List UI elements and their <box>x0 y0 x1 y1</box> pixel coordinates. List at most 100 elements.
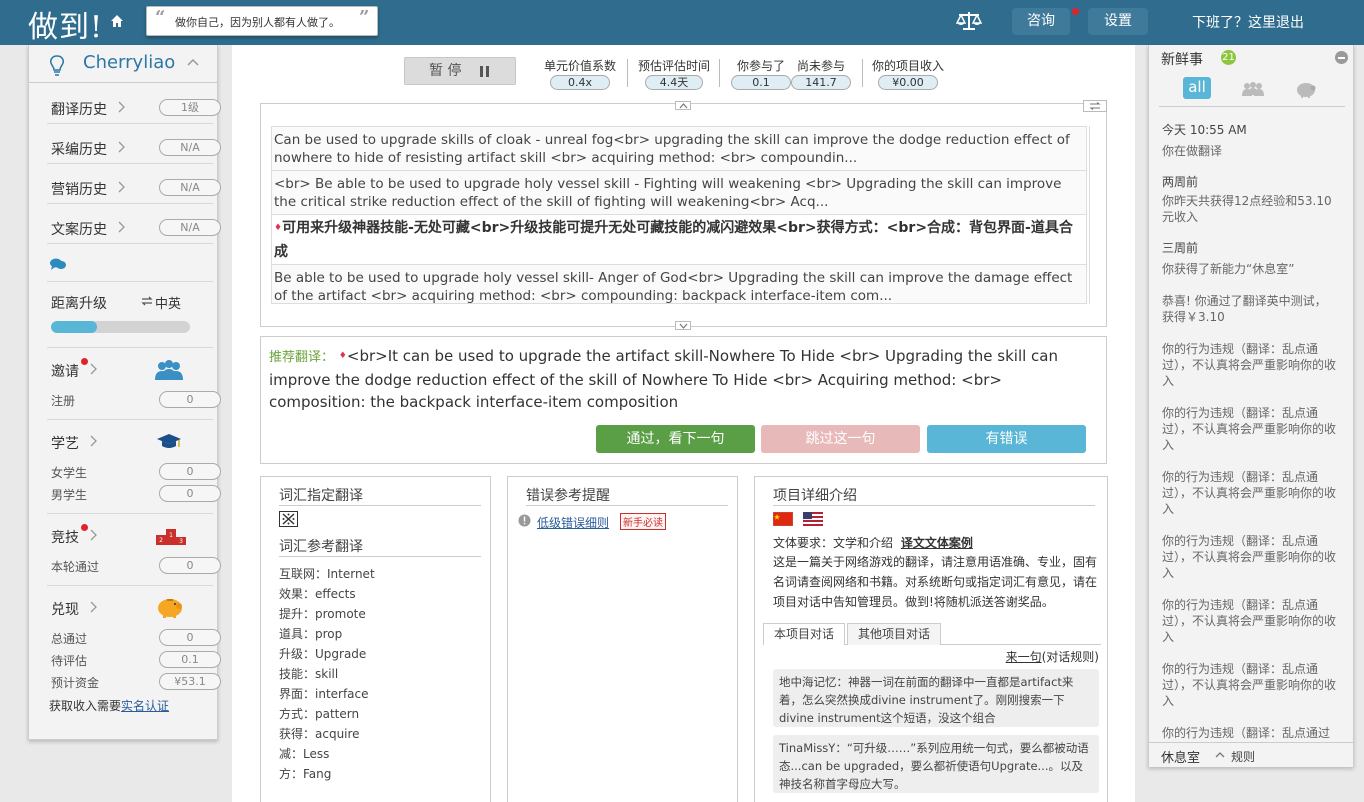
user-header: Cherryliao <box>29 45 217 83</box>
right-sidebar: 新鲜事 21 all 今天 10:55 AM 你在做翻译 两周前 你昨天共获得1… <box>1148 45 1354 767</box>
history-label: 采编历史 <box>51 142 107 158</box>
divider <box>627 59 628 87</box>
cashout-row[interactable]: 兑现 <box>51 597 201 619</box>
tab-this-project[interactable]: 本项目对话 <box>763 623 845 645</box>
chevron-up-icon[interactable] <box>1215 751 1225 758</box>
people-filter-icon[interactable] <box>1241 81 1265 97</box>
source-sentence-list: Can be used to upgrade skills of cloak -… <box>271 126 1087 304</box>
toggle-view-button[interactable] <box>1083 100 1107 112</box>
news-date: 三周前 <box>1162 241 1199 255</box>
estimated-funds-value: ¥53.1 <box>159 673 221 690</box>
round-pass-row: 本轮通过 0 <box>51 555 221 577</box>
history-row-marketing[interactable]: 营销历史 N/A <box>51 177 221 199</box>
error-reminder-title: 错误参考提醒 <box>526 488 610 504</box>
filter-all-button[interactable]: all <box>1183 77 1211 99</box>
chevron-right-icon <box>118 221 125 233</box>
glossary-title: 词汇指定翻译 <box>279 488 363 504</box>
piggy-filter-icon[interactable] <box>1295 80 1317 98</box>
history-row-copywriting[interactable]: 文案历史 N/A <box>51 217 221 239</box>
glossary-item: 方式：pattern <box>279 707 360 721</box>
chevron-down-icon <box>679 323 688 329</box>
history-row-edit[interactable]: 采编历史 N/A <box>51 137 221 159</box>
divider <box>47 281 213 282</box>
glossary-item: 升级：Upgrade <box>279 647 367 661</box>
svg-text:3: 3 <box>179 538 183 545</box>
stat-label: 尚未参与 <box>796 59 845 73</box>
settings-button[interactable]: 设置 <box>1088 8 1148 35</box>
dialog-rules-link[interactable]: (对话规则) <box>1042 650 1099 664</box>
news-item: 你的行为违规（翻译：乱点通过），不认真将会严重影响你的收入 <box>1162 406 1337 452</box>
consult-button[interactable]: 咨询 <box>1012 8 1070 35</box>
invite-row[interactable]: 邀请 <box>51 358 201 381</box>
rest-room-bar: 休息室 规则 <box>1149 742 1353 767</box>
style-sample-link[interactable]: 译文文体案例 <box>901 536 973 550</box>
divider <box>47 347 213 348</box>
logo[interactable]: 做到! <box>28 2 103 46</box>
register-value: 0 <box>159 391 221 408</box>
scale-icon[interactable] <box>956 10 982 32</box>
source-sentence[interactable]: Can be used to upgrade skills of cloak -… <box>272 127 1086 171</box>
study-row[interactable]: 学艺 <box>51 431 201 453</box>
divider <box>279 556 481 557</box>
source-sentence[interactable]: Be able to be used to upgrade holy vesse… <box>272 265 1086 303</box>
compete-row[interactable]: 竞技 1 2 3 <box>51 524 201 547</box>
recommended-translation[interactable]: 推荐翻译： ♦<br>It can be used to upgrade the… <box>269 345 1099 413</box>
scroll-up-button[interactable] <box>675 101 691 110</box>
home-icon[interactable] <box>110 14 124 28</box>
stat-value: ¥0.00 <box>878 75 938 90</box>
report-error-button[interactable]: 有错误 <box>927 425 1086 453</box>
source-sentence[interactable]: <br> Be able to be used to upgrade holy … <box>272 171 1086 215</box>
username[interactable]: Cherryliao <box>83 52 175 73</box>
comment-item: 地中海记忆：神器一词在前面的翻译中一直都是artifact来着，怎么突然换成di… <box>773 669 1099 727</box>
stat-participated: 你参与了 0.1 <box>730 57 792 90</box>
round-pass-label: 本轮通过 <box>51 560 100 574</box>
news-item: 你的行为违规（翻译：乱点通过），不认真将会严重影响你的收入 <box>1162 342 1337 388</box>
current-source-sentence[interactable]: ♦可用来升级神器技能-无处可藏<br>升级技能可提升无处可藏技能的减闪避效果<b… <box>272 215 1086 265</box>
divider <box>47 513 213 514</box>
news-item: 你的行为违规（翻译：乱点通过 <box>1162 726 1331 740</box>
stat-label: 你的项目收入 <box>871 59 944 73</box>
pause-button[interactable]: 暂 停 <box>404 57 516 85</box>
people-icon <box>155 360 183 380</box>
language-pair[interactable]: 中英 <box>155 293 181 312</box>
special-char-icon[interactable] <box>279 511 298 527</box>
collapse-icon[interactable] <box>1335 51 1348 64</box>
history-value: N/A <box>159 139 221 156</box>
scrollbar[interactable] <box>1089 126 1097 304</box>
pass-next-button[interactable]: 通过，看下一句 <box>596 425 755 453</box>
stat-eval-time: 预估评估时间 4.4天 <box>636 57 712 90</box>
round-pass-value: 0 <box>159 557 221 574</box>
tab-other-projects[interactable]: 其他项目对话 <box>847 623 941 645</box>
scroll-down-button[interactable] <box>675 321 691 330</box>
history-label: 营销历史 <box>51 182 107 198</box>
chevron-up-icon[interactable] <box>186 57 200 67</box>
project-details-panel: 项目详细介绍 文体要求：文学和介绍 译文文体案例 这是一篇关于网络游戏的翻译，请… <box>754 476 1108 802</box>
comment-item: TinaMissY：“可升级……”系列应用统一句式，要么都被动语态...can … <box>773 735 1099 793</box>
add-comment-link[interactable]: 来一句 <box>1006 650 1042 664</box>
logout-link[interactable]: 下班了？这里退出 <box>1192 12 1304 32</box>
history-row-translate[interactable]: 翻译历史 1级 <box>51 97 221 119</box>
china-flag-icon[interactable] <box>773 512 793 526</box>
stat-value: 141.7 <box>791 75 851 90</box>
stat-value: 4.4天 <box>645 75 703 90</box>
real-name-auth-link[interactable]: 实名认证 <box>121 699 169 713</box>
news-count-badge: 21 <box>1221 50 1236 65</box>
study-label: 学艺 <box>51 436 79 452</box>
recommended-text: <br>It can be used to upgrade the artifa… <box>269 347 1058 411</box>
swap-arrows-icon[interactable] <box>141 296 153 306</box>
stat-not-participated: 尚未参与 141.7 <box>790 57 852 90</box>
error-rules-link[interactable]: 低级错误细则 <box>537 514 609 531</box>
chat-bubble-icon[interactable] <box>49 257 67 271</box>
stat-value: 0.4x <box>550 75 610 90</box>
female-students-value: 0 <box>159 463 221 480</box>
stat-label: 单元价值系数 <box>543 59 616 73</box>
beginner-must-read-badge[interactable]: 新手必读 <box>620 513 666 530</box>
us-flag-icon[interactable] <box>803 512 823 526</box>
skip-button[interactable]: 跳过这一句 <box>761 425 920 453</box>
rest-room-label[interactable]: 休息室 <box>1161 747 1200 766</box>
rules-link[interactable]: 规则 <box>1231 748 1255 765</box>
divider <box>526 505 728 506</box>
female-students-row: 女学生 0 <box>51 461 221 483</box>
left-sidebar: Cherryliao 翻译历史 1级 采编历史 N/A 营销历史 N/A 文案历… <box>28 45 221 740</box>
style-requirement: 文体要求：文学和介绍 译文文体案例 <box>773 534 973 551</box>
